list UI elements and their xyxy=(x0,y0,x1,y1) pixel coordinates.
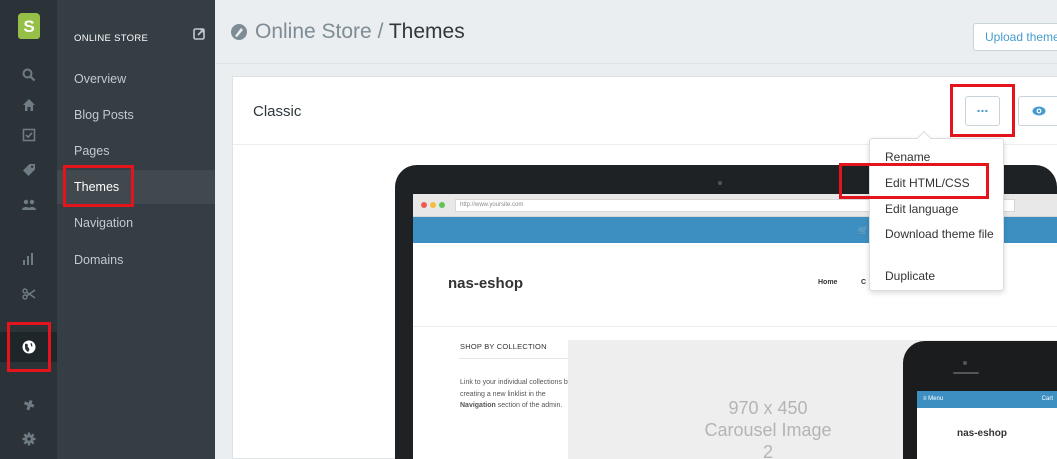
menu-item-rename[interactable]: Rename xyxy=(885,150,930,164)
reports-icon[interactable] xyxy=(0,244,57,274)
upload-theme-button[interactable]: Upload theme xyxy=(973,23,1057,51)
phone-screen: ≡ Menu Cart nas-eshop xyxy=(917,391,1057,459)
shop-nav-home: Home xyxy=(818,279,838,286)
mobile-cart-label: Cart xyxy=(1041,396,1053,402)
nav-item-themes[interactable]: Themes xyxy=(57,170,215,204)
search-icon[interactable] xyxy=(0,60,57,90)
nav-item-navigation[interactable]: Navigation xyxy=(57,206,215,240)
nav-heading: ONLINE STORE xyxy=(74,33,149,44)
orders-icon[interactable] xyxy=(0,120,57,150)
cart-icon: 🛒 xyxy=(858,226,868,235)
laptop-camera xyxy=(718,181,722,185)
shopify-logo-icon[interactable]: S xyxy=(18,13,40,39)
sidebar-divider xyxy=(459,358,569,359)
browser-maximize-dot xyxy=(439,202,445,208)
phone-camera xyxy=(963,361,967,365)
breadcrumb-separator: / xyxy=(371,20,389,43)
menu-item-edit-language[interactable]: Edit language xyxy=(885,202,958,216)
theme-name: Classic xyxy=(253,103,302,120)
nav-item-pages[interactable]: Pages xyxy=(57,134,215,168)
apps-icon[interactable] xyxy=(0,390,57,420)
page-header: Online Store / Themes Upload theme xyxy=(215,0,1057,64)
online-store-nav: ONLINE STORE Overview Blog Posts Pages T… xyxy=(57,0,215,459)
page-title: Themes xyxy=(388,20,465,43)
breadcrumb: Online Store / Themes xyxy=(255,20,465,44)
more-actions-button[interactable]: ... xyxy=(965,96,1000,126)
browser-close-dot xyxy=(421,202,427,208)
menu-item-duplicate[interactable]: Duplicate xyxy=(885,269,935,283)
external-link-icon[interactable] xyxy=(193,28,205,40)
customers-icon[interactable] xyxy=(0,190,57,220)
preview-button[interactable] xyxy=(1018,96,1057,126)
mobile-menu-label: ≡ Menu xyxy=(923,396,944,402)
phone-preview-frame: ≡ Menu Cart nas-eshop xyxy=(903,341,1057,459)
home-icon[interactable] xyxy=(0,90,57,120)
icon-rail: S xyxy=(0,0,57,459)
theme-actions-menu: Rename Edit HTML/CSS Edit language Downl… xyxy=(869,130,1004,291)
mobile-shop-name: nas-eshop xyxy=(956,428,1007,439)
nav-item-overview[interactable]: Overview xyxy=(57,62,215,96)
brush-icon xyxy=(231,24,247,40)
phone-speaker xyxy=(953,372,979,374)
mobile-top-bar: ≡ Menu Cart xyxy=(917,391,1057,408)
nav-item-domains[interactable]: Domains xyxy=(57,243,215,277)
menu-item-edit-html-css[interactable]: Edit HTML/CSS xyxy=(885,176,970,190)
sidebar-description: Link to your individual collections by c… xyxy=(460,379,572,409)
discounts-icon[interactable] xyxy=(0,279,57,309)
settings-icon[interactable] xyxy=(0,424,57,454)
browser-minimize-dot xyxy=(430,202,436,208)
shop-nav-partial: C xyxy=(861,279,867,286)
shop-name: nas-eshop xyxy=(448,275,524,292)
carousel-label: 970 x 450 Carousel Image 2 xyxy=(704,398,832,459)
nav-item-blog-posts[interactable]: Blog Posts xyxy=(57,98,215,132)
theme-card-header: Classic ... xyxy=(233,77,1057,145)
shop-by-collection-heading: SHOP BY COLLECTION xyxy=(460,342,547,351)
eye-icon xyxy=(1032,106,1045,116)
menu-item-download-theme[interactable]: Download theme file xyxy=(885,227,995,241)
breadcrumb-parent[interactable]: Online Store xyxy=(255,20,372,43)
products-icon[interactable] xyxy=(0,155,57,185)
online-store-icon[interactable] xyxy=(0,332,57,362)
